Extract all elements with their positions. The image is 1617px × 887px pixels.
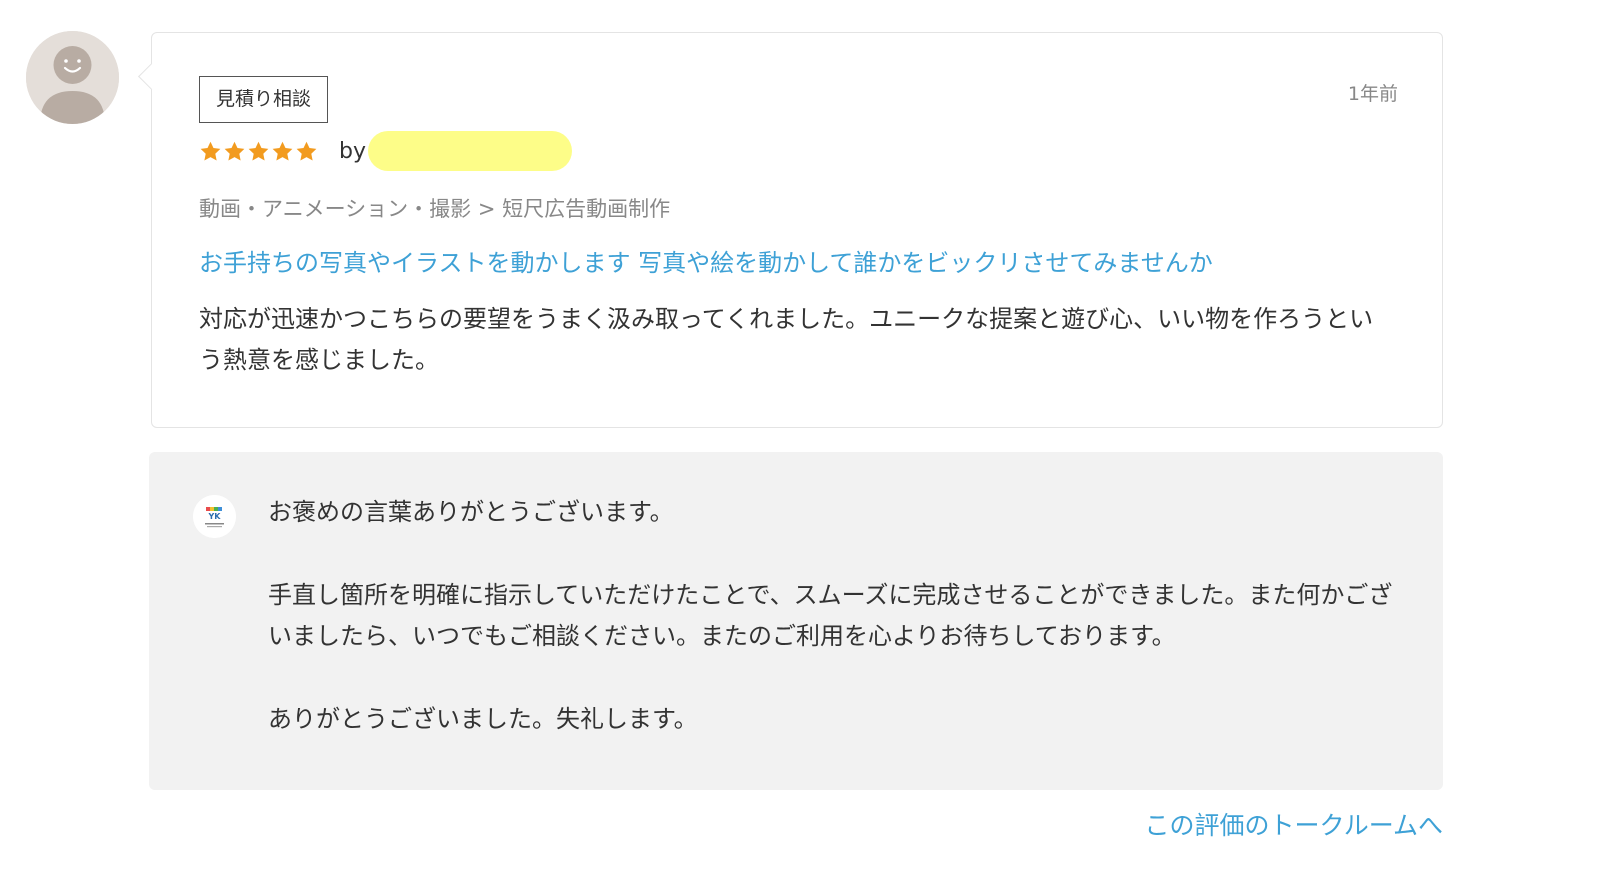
rating-row: by	[199, 131, 572, 171]
reply-paragraph: お褒めの言葉ありがとうございます。	[268, 498, 674, 526]
category-breadcrumb: 動画・アニメーション・撮影 > 短尺広告動画制作	[199, 197, 671, 221]
star-icon	[224, 141, 245, 161]
review-body-text: 対応が迅速かつこちらの要望をうまく汲み取ってくれました。ユニークな提案と遊び心、…	[199, 305, 1374, 374]
consultation-type-badge: 見積り相談	[199, 76, 329, 123]
reviewer-avatar-icon	[26, 31, 119, 124]
svg-text:YK: YK	[208, 512, 222, 521]
reply-paragraph: ありがとうございました。失礼します。	[268, 705, 698, 733]
star-icon	[296, 141, 317, 161]
star-icon	[272, 141, 293, 161]
reviewer-name-redaction	[367, 131, 572, 171]
star-icon	[200, 141, 221, 161]
star-icon	[248, 141, 269, 161]
talkroom-link[interactable]: この評価のトークルームへ	[1144, 806, 1443, 842]
review-item: 見積り相談 1年前 by 動画・アニメーション・撮影 > 短尺広告動画制作 お手…	[0, 0, 1617, 887]
review-timestamp: 1年前	[1347, 83, 1398, 105]
seller-reply: YK お褒めの言葉ありがとうございます。 手直し箇所を明確に指示していただけたこ…	[149, 452, 1443, 790]
star-rating	[199, 140, 318, 163]
by-label: by	[339, 138, 366, 164]
seller-logo-icon: YK	[193, 495, 236, 538]
reply-paragraph: 手直し箇所を明確に指示していただけたことで、スムーズに完成させることができました…	[268, 581, 1393, 650]
review-card: 見積り相談 1年前 by 動画・アニメーション・撮影 > 短尺広告動画制作 お手…	[138, 32, 1443, 428]
card-pointer	[138, 63, 165, 90]
reply-body: お褒めの言葉ありがとうございます。 手直し箇所を明確に指示していただけたことで、…	[268, 492, 1408, 740]
service-title-link[interactable]: お手持ちの写真やイラストを動かします 写真や絵を動かして誰かをビックリさせてみま…	[199, 243, 1213, 278]
